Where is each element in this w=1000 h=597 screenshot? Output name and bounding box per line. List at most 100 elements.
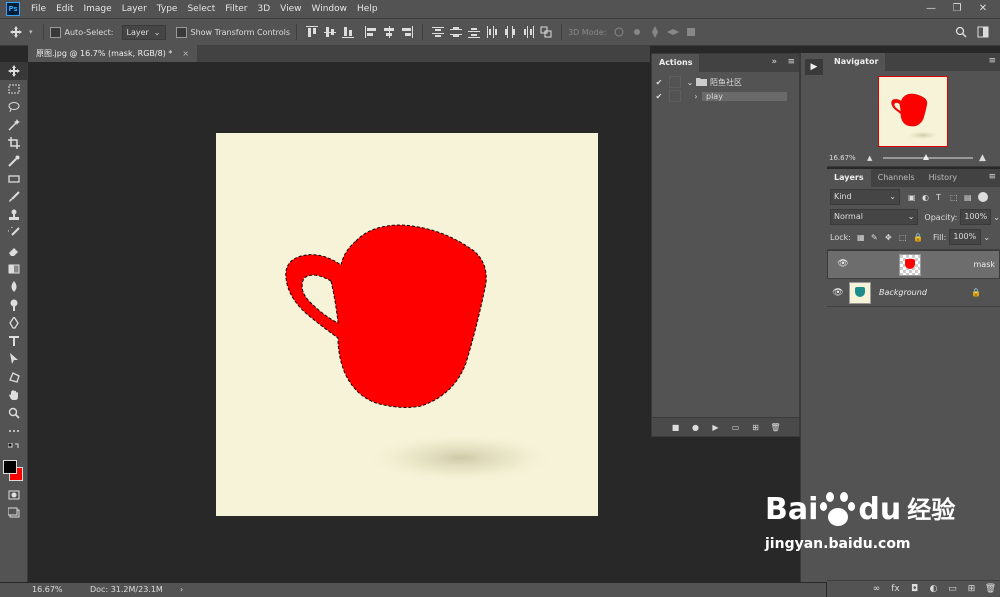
align-top-icon[interactable]	[304, 24, 320, 40]
layers-menu-icon[interactable]: ≡	[988, 172, 996, 182]
adjustment-filter-icon[interactable]: ◐	[922, 193, 936, 202]
new-layer-icon[interactable]: ⊞	[962, 584, 981, 594]
crop-tool[interactable]	[0, 134, 27, 152]
stamp-tool[interactable]	[0, 206, 27, 224]
screen-mode-icon[interactable]	[0, 504, 27, 522]
eyedropper-tool[interactable]	[0, 152, 27, 170]
magic-wand-tool[interactable]	[0, 116, 27, 134]
align-vcenter-icon[interactable]	[322, 24, 338, 40]
document-canvas[interactable]	[216, 133, 598, 516]
actions-menu-icon[interactable]: ≡	[787, 57, 795, 67]
minimize-button[interactable]: —	[918, 0, 944, 18]
link-layers-icon[interactable]: ∞	[867, 584, 886, 594]
more-tools-icon[interactable]	[0, 422, 27, 440]
chevron-down-icon[interactable]: ⌄	[993, 213, 1000, 222]
shape-filter-icon[interactable]: ⬚	[950, 193, 964, 202]
add-mask-icon[interactable]: ◘	[905, 584, 924, 594]
menu-image[interactable]: Image	[79, 4, 117, 14]
lasso-tool[interactable]	[0, 98, 27, 116]
tab-actions[interactable]: Actions	[652, 54, 700, 72]
zoom-in-icon[interactable]: ▲	[979, 153, 986, 163]
color-swatches[interactable]	[0, 458, 27, 482]
distribute-hcenter-icon[interactable]	[502, 24, 518, 40]
navigator-thumbnail[interactable]	[878, 76, 948, 147]
type-tool[interactable]	[0, 332, 27, 350]
swap-colors-icon[interactable]	[0, 440, 27, 458]
distribute-vcenter-icon[interactable]	[448, 24, 464, 40]
chevron-down-icon[interactable]: ⌄	[983, 233, 990, 242]
menu-select[interactable]: Select	[182, 4, 220, 14]
3d-slide-icon[interactable]	[665, 24, 681, 40]
quick-mask-icon[interactable]	[0, 486, 27, 504]
expand-arrow-icon[interactable]: ⌄	[684, 78, 696, 87]
menu-window[interactable]: Window	[307, 4, 353, 14]
adjustment-layer-icon[interactable]: ◐	[924, 584, 943, 594]
distribute-bottom-icon[interactable]	[466, 24, 482, 40]
shape-tool[interactable]	[0, 368, 27, 386]
auto-align-icon[interactable]	[538, 24, 554, 40]
align-hcenter-icon[interactable]	[381, 24, 397, 40]
3d-scale-icon[interactable]	[683, 24, 699, 40]
workspace-icon[interactable]	[975, 24, 991, 40]
blur-tool[interactable]	[0, 278, 27, 296]
menu-help[interactable]: Help	[352, 4, 383, 14]
layer-row-background[interactable]: 👁 Background 🔒	[827, 279, 1000, 307]
menu-layer[interactable]: Layer	[117, 4, 152, 14]
status-menu-arrow[interactable]: ›	[180, 585, 183, 594]
menu-view[interactable]: View	[275, 4, 306, 14]
hand-tool[interactable]	[0, 386, 27, 404]
align-right-icon[interactable]	[399, 24, 415, 40]
align-bottom-icon[interactable]	[340, 24, 356, 40]
lock-all-icon[interactable]: 🔒	[913, 233, 927, 242]
navigator-zoom-slider[interactable]	[883, 154, 973, 160]
distribute-right-icon[interactable]	[520, 24, 536, 40]
dialog-toggle[interactable]	[669, 90, 681, 102]
lock-transparent-icon[interactable]: ▦	[857, 233, 871, 242]
eye-icon[interactable]: 👁	[827, 288, 849, 298]
action-set-row[interactable]: ✔ ⌄ 陌鱼社区	[652, 75, 799, 89]
menu-filter[interactable]: Filter	[220, 4, 252, 14]
move-tool[interactable]	[0, 62, 27, 80]
marquee-tool[interactable]	[0, 80, 27, 98]
check-icon[interactable]: ✔	[652, 78, 666, 87]
new-set-button[interactable]: ▭	[726, 423, 746, 432]
menu-type[interactable]: Type	[152, 4, 183, 14]
pen-tool[interactable]	[0, 314, 27, 332]
play-button[interactable]: ▶	[706, 423, 726, 432]
menu-3d[interactable]: 3D	[253, 4, 276, 14]
dialog-toggle[interactable]	[669, 76, 681, 88]
menu-edit[interactable]: Edit	[51, 4, 78, 14]
type-filter-icon[interactable]: T	[936, 193, 950, 202]
eraser-tool[interactable]	[0, 242, 27, 260]
delete-layer-icon[interactable]: 🗑	[981, 584, 1000, 594]
collapse-panel-icon[interactable]: »	[771, 57, 777, 67]
navigator-menu-icon[interactable]: ≡	[988, 56, 996, 66]
distribute-top-icon[interactable]	[430, 24, 446, 40]
navigator-zoom-value[interactable]: 16.67%	[829, 154, 867, 162]
record-button[interactable]: ●	[686, 423, 706, 432]
blend-mode-dropdown[interactable]: Normal ⌄	[830, 209, 919, 225]
move-tool-icon[interactable]	[8, 24, 24, 40]
kind-filter-dropdown[interactable]: Kind ⌄	[830, 189, 900, 205]
tab-channels[interactable]: Channels	[871, 169, 922, 187]
action-row[interactable]: ✔ › play	[652, 89, 799, 103]
filter-toggle-icon[interactable]	[978, 192, 988, 202]
new-action-button[interactable]: ⊞	[746, 423, 766, 432]
document-tab[interactable]: 原图.jpg @ 16.7% (mask, RGB/8) * ×	[28, 45, 198, 62]
3d-roll-icon[interactable]	[629, 24, 645, 40]
frame-tool[interactable]	[0, 170, 27, 188]
actions-play-icon[interactable]: ▶	[805, 59, 823, 75]
close-tab-button[interactable]: ×	[182, 45, 189, 62]
smart-filter-icon[interactable]: ▤	[964, 193, 978, 202]
delete-action-button[interactable]: 🗑	[766, 423, 786, 432]
3d-pan-icon[interactable]	[647, 24, 663, 40]
zoom-tool[interactable]	[0, 404, 27, 422]
opacity-input[interactable]: 100%	[960, 209, 992, 225]
maximize-button[interactable]: ❐	[944, 0, 970, 18]
eye-icon[interactable]: 👁	[832, 258, 854, 271]
tab-navigator[interactable]: Navigator	[827, 53, 886, 71]
search-icon[interactable]	[953, 24, 969, 40]
layer-name[interactable]: mask	[974, 258, 996, 271]
close-window-button[interactable]: ✕	[970, 0, 996, 18]
gradient-tool[interactable]	[0, 260, 27, 278]
